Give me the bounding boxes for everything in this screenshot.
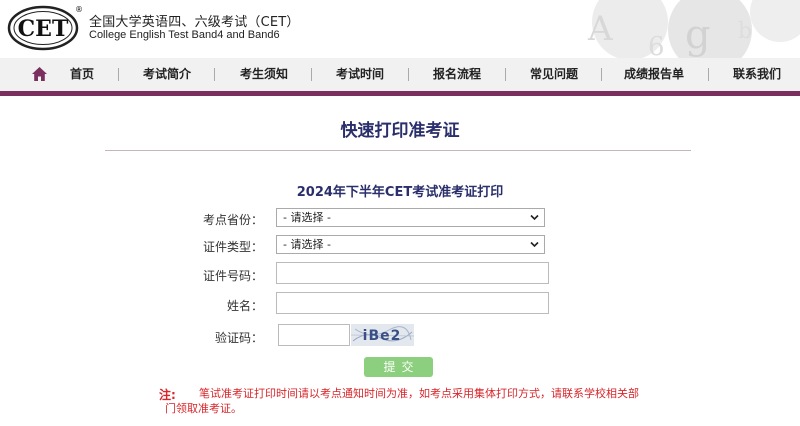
nav-separator (601, 68, 602, 81)
captcha-input[interactable] (278, 324, 350, 346)
svg-text:b: b (738, 19, 752, 44)
page-title: 快速打印准考证 (340, 121, 460, 141)
svg-text:6: 6 (648, 32, 665, 58)
note-text: 笔试准考证打印时间请以考点通知时间为准，如考点采用集体打印方式，请联系学校相关部… (165, 387, 639, 415)
nav-item-score-report[interactable]: 成绩报告单 (624, 58, 684, 91)
nav-separator (408, 68, 409, 81)
site-title-cn: 全国大学英语四、六级考试（CET） (89, 15, 300, 30)
site-title-en: College English Test Band4 and Band6 (89, 29, 280, 41)
nav-separator (505, 68, 506, 81)
logo-text: CET (18, 16, 69, 42)
home-icon[interactable] (31, 66, 48, 82)
logo-registered-mark: ® (75, 5, 83, 14)
nav-item-faq[interactable]: 常见问题 (530, 58, 578, 91)
form-title: 2024年下半年CET考试准考证打印 (296, 185, 504, 200)
nav-separator (311, 68, 312, 81)
nav-accent-bar (0, 91, 800, 96)
title-divider (105, 150, 691, 151)
nav-item-contact[interactable]: 联系我们 (733, 58, 781, 91)
header-decoration: A g 6 b (587, 0, 800, 58)
svg-text:A: A (587, 9, 613, 49)
submit-button[interactable]: 提交 (364, 357, 433, 377)
nav-item-intro[interactable]: 考试简介 (143, 58, 191, 91)
id-type-select-value: - 请选择 - (283, 238, 331, 251)
nav-separator (708, 68, 709, 81)
province-select[interactable]: - 请选择 - (276, 208, 545, 227)
svg-text:g: g (685, 12, 711, 58)
province-select-value: - 请选择 - (283, 211, 331, 224)
captcha-text: iBe2 (363, 328, 402, 344)
chevron-down-icon (530, 214, 539, 221)
site-header: A g 6 b CET ® 全国大学英语四、六级考试（CET） College … (0, 0, 800, 58)
cet-logo[interactable]: CET ® (6, 3, 84, 53)
captcha-image[interactable]: iBe2 (351, 324, 414, 346)
id-type-select[interactable]: - 请选择 - (276, 235, 545, 254)
id-type-label: 证件类型： (202, 240, 263, 254)
nav-item-schedule[interactable]: 考试时间 (336, 58, 384, 91)
captcha-label: 验证码： (214, 331, 263, 345)
main-nav: 首页 考试简介 考生须知 考试时间 报名流程 常见问题 成绩报告单 联系我们 (0, 58, 800, 91)
nav-separator (214, 68, 215, 81)
name-input[interactable] (276, 292, 549, 314)
province-label: 考点省份： (202, 213, 263, 227)
id-number-input[interactable] (276, 262, 549, 284)
chevron-down-icon (530, 241, 539, 248)
nav-item-registration[interactable]: 报名流程 (433, 58, 481, 91)
nav-item-home[interactable]: 首页 (70, 58, 94, 91)
id-number-label: 证件号码： (202, 269, 263, 283)
name-label: 姓名： (226, 299, 263, 313)
nav-separator (118, 68, 119, 81)
nav-item-notice[interactable]: 考生须知 (240, 58, 288, 91)
